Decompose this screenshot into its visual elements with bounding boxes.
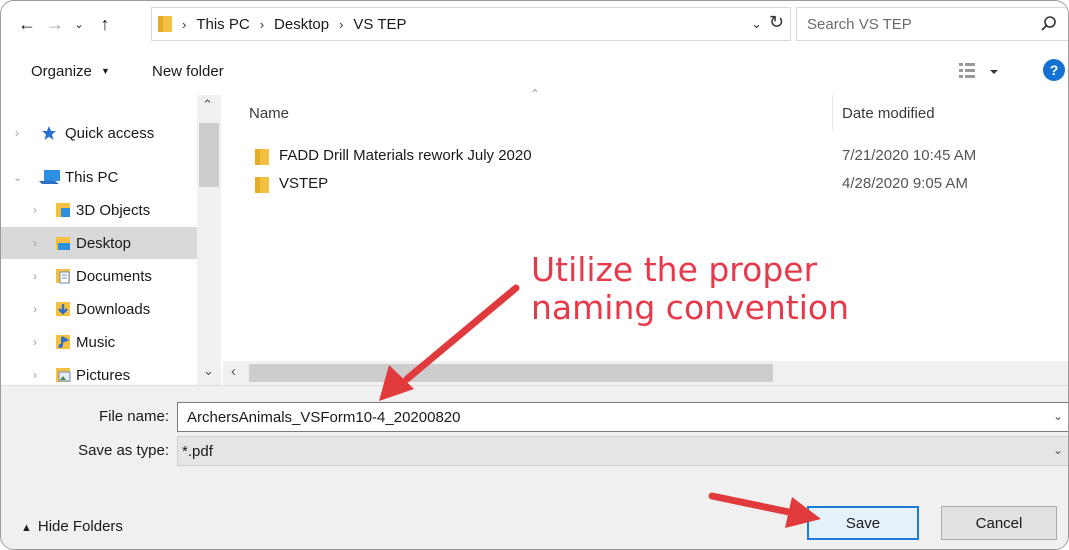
- file-name-label: File name:: [98, 408, 169, 425]
- hide-folders-label: Hide Folders: [37, 518, 123, 535]
- nav-item-quick-access[interactable]: › Quick access: [1, 117, 197, 149]
- nav-label: Quick access: [65, 124, 155, 142]
- chevron-right-icon[interactable]: ›: [33, 203, 37, 217]
- list-item[interactable]: FADD Drill Materials rework July 2020 7/…: [223, 144, 1068, 170]
- nav-item-documents[interactable]: › Documents: [1, 260, 197, 292]
- address-row: ← → ⌄ ↑ › This PC › Desktop › VS TEP ⌄ ↻…: [1, 1, 1068, 49]
- horizontal-scrollbar[interactable]: ‹: [223, 361, 1068, 385]
- annotation-line: Utilize the proper: [531, 250, 818, 289]
- nav-label: Pictures: [76, 366, 131, 384]
- pictures-icon: [56, 368, 71, 382]
- chevron-right-icon[interactable]: ›: [33, 269, 37, 283]
- file-date: 7/21/2020 10:45 AM: [842, 147, 977, 164]
- view-options-icon[interactable]: [959, 61, 1005, 81]
- nav-label: Desktop: [76, 234, 132, 252]
- cancel-button[interactable]: Cancel: [941, 506, 1057, 540]
- file-name-value: ArchersAnimals_VSForm10-4_20200820: [187, 409, 461, 426]
- star-icon: [42, 126, 56, 140]
- nav-label: Downloads: [76, 300, 151, 318]
- forward-button[interactable]: →: [43, 11, 67, 37]
- caret-down-icon: ▼: [101, 66, 110, 76]
- chevron-down-icon[interactable]: ⌄: [1053, 443, 1063, 457]
- chevron-down-icon[interactable]: ⌄: [13, 171, 22, 184]
- caret-up-icon: ▲: [21, 522, 32, 534]
- nav-label: Documents: [76, 267, 152, 285]
- scroll-down-icon[interactable]: ⌄: [203, 363, 214, 379]
- organize-button[interactable]: Organize ▼: [31, 63, 110, 80]
- computer-icon: [39, 170, 60, 184]
- save-options-panel: File name: ArchersAnimals_VSForm10-4_202…: [1, 385, 1068, 549]
- chevron-right-icon[interactable]: ›: [33, 302, 37, 316]
- nav-item-music[interactable]: › Music: [1, 326, 197, 358]
- navigation-pane: › Quick access ⌄ This PC › 3D Objects ›: [1, 95, 197, 385]
- chevron-right-icon[interactable]: ›: [33, 335, 37, 349]
- chevron-right-icon: ›: [259, 16, 265, 32]
- 3d-objects-icon: [56, 203, 70, 217]
- column-header-date-modified[interactable]: Date modified: [842, 105, 935, 122]
- nav-scrollbar[interactable]: ⌃ ⌄: [197, 95, 221, 385]
- chevron-right-icon[interactable]: ›: [33, 236, 37, 250]
- organize-label: Organize: [31, 63, 92, 80]
- help-icon[interactable]: ?: [1043, 59, 1065, 81]
- breadcrumb-this-pc[interactable]: This PC: [196, 16, 249, 33]
- address-bar[interactable]: › This PC › Desktop › VS TEP ⌄ ↻: [151, 7, 791, 41]
- search-placeholder: Search VS TEP: [807, 16, 912, 33]
- hide-folders-button[interactable]: ▲ Hide Folders: [21, 518, 123, 535]
- music-icon: [56, 335, 70, 349]
- list-item[interactable]: VSTEP 4/28/2020 9:05 AM: [223, 172, 1068, 198]
- folder-icon: [255, 177, 269, 193]
- breadcrumb-vs-tep[interactable]: VS TEP: [353, 16, 406, 33]
- scroll-left-icon[interactable]: ‹: [231, 363, 236, 380]
- save-as-type-label: Save as type:: [78, 442, 169, 459]
- save-as-dialog: ← → ⌄ ↑ › This PC › Desktop › VS TEP ⌄ ↻…: [0, 0, 1069, 550]
- documents-icon: [56, 269, 70, 284]
- search-input[interactable]: Search VS TEP: [796, 7, 1068, 41]
- sort-caret-icon: ⌃: [530, 87, 541, 101]
- column-divider[interactable]: [832, 95, 833, 131]
- chevron-right-icon: ›: [182, 16, 187, 32]
- save-as-type-select[interactable]: *.pdf ⌄: [177, 436, 1068, 466]
- folder-icon: [255, 149, 269, 165]
- file-date: 4/28/2020 9:05 AM: [842, 175, 968, 192]
- up-button[interactable]: ↑: [93, 11, 117, 37]
- nav-item-3d-objects[interactable]: › 3D Objects: [1, 194, 197, 226]
- scroll-thumb[interactable]: [249, 364, 773, 382]
- chevron-down-icon[interactable]: ⌄: [1053, 409, 1063, 423]
- annotation-line: naming convention: [531, 288, 850, 327]
- nav-item-pictures[interactable]: › Pictures: [1, 359, 197, 385]
- nav-item-desktop[interactable]: › Desktop: [1, 227, 197, 259]
- back-button[interactable]: ←: [15, 11, 39, 37]
- nav-label: 3D Objects: [76, 201, 151, 219]
- column-header-name[interactable]: Name: [249, 105, 289, 122]
- file-name-field[interactable]: ArchersAnimals_VSForm10-4_20200820 ⌄: [177, 402, 1068, 432]
- nav-label: This PC: [65, 168, 119, 186]
- nav-label: Music: [76, 333, 116, 351]
- downloads-icon: [56, 302, 70, 316]
- chevron-right-icon[interactable]: ›: [15, 126, 19, 140]
- save-button[interactable]: Save: [807, 506, 919, 540]
- breadcrumb-desktop[interactable]: Desktop: [274, 16, 329, 33]
- chevron-right-icon[interactable]: ›: [33, 368, 37, 382]
- new-folder-button[interactable]: New folder: [152, 63, 224, 80]
- recent-locations-button[interactable]: ⌄: [67, 11, 91, 37]
- scroll-thumb[interactable]: [199, 123, 219, 187]
- folder-icon: [158, 16, 172, 32]
- file-name: VSTEP: [279, 175, 329, 192]
- file-name: FADD Drill Materials rework July 2020: [279, 147, 532, 164]
- desktop-folder-icon: [56, 237, 70, 250]
- annotation-callout: Utilize the proper naming convention: [531, 251, 849, 327]
- save-as-type-value: *.pdf: [182, 443, 213, 460]
- scroll-up-icon[interactable]: ⌃: [202, 97, 213, 113]
- nav-item-downloads[interactable]: › Downloads: [1, 293, 197, 325]
- refresh-icon[interactable]: ↻: [769, 12, 784, 33]
- nav-item-this-pc[interactable]: ⌄ This PC: [1, 161, 197, 193]
- chevron-right-icon: ›: [339, 16, 344, 32]
- search-icon[interactable]: [1039, 14, 1059, 34]
- chevron-down-icon[interactable]: ⌄: [751, 16, 762, 32]
